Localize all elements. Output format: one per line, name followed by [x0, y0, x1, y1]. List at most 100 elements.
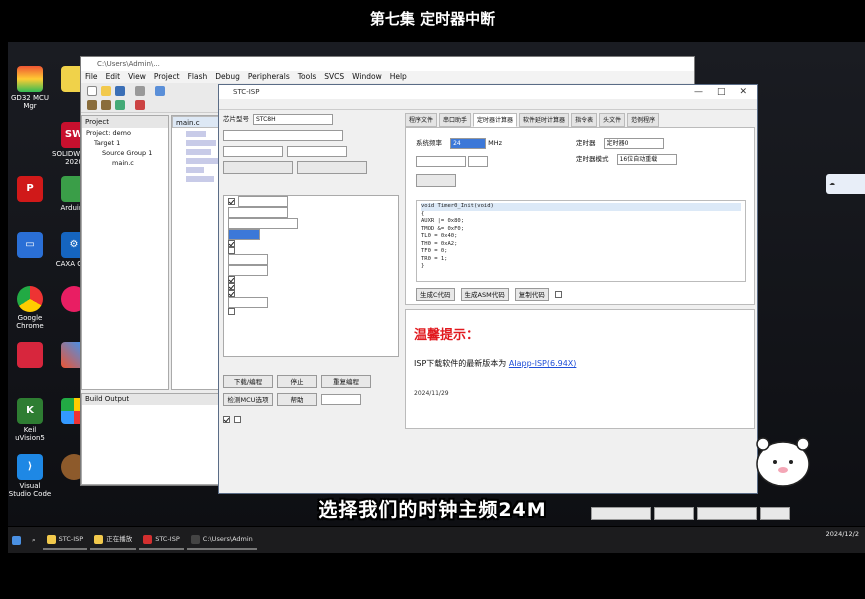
code-option-checkbox[interactable] [554, 291, 562, 298]
version-link[interactable]: AIapp-ISP(6.94X) [509, 359, 577, 368]
maximize-button[interactable]: □ [717, 85, 726, 99]
bottom-checkbox[interactable] [223, 416, 230, 423]
timing-input[interactable] [416, 156, 466, 167]
code-line [186, 176, 214, 182]
port-select[interactable] [223, 130, 343, 141]
tree-item-target[interactable]: Target 1 [82, 138, 168, 148]
open-icon[interactable] [101, 86, 111, 96]
red-p-icon: P [17, 176, 43, 202]
desktop-icon-chrome[interactable]: Google Chrome [8, 286, 52, 330]
hint-date: 2024/11/29 [414, 390, 449, 397]
desktop-icon-gd32[interactable]: GD32 MCU Mgr [8, 66, 52, 110]
side-app-widget[interactable]: ☁ [826, 174, 865, 194]
tab-program-file[interactable]: 程序文件 [405, 113, 438, 127]
keil-menu-edit[interactable]: Edit [106, 71, 121, 83]
options-icon[interactable] [135, 100, 145, 110]
option-checkbox[interactable] [228, 240, 235, 247]
tab-serial-assistant[interactable]: 串口助手 [439, 113, 472, 127]
option-select[interactable] [228, 218, 298, 229]
tab-instruction-table[interactable]: 指令表 [571, 113, 598, 127]
sysfreq-input[interactable]: 24 [450, 138, 487, 149]
bottom-checkbox[interactable] [234, 416, 241, 423]
baud-max-select[interactable] [287, 146, 347, 157]
option-checkbox[interactable] [228, 283, 235, 290]
calc-button[interactable] [416, 174, 456, 187]
tab-delay-calculator[interactable]: 软件延时计算器 [519, 113, 570, 127]
keil-menu-file[interactable]: File [85, 71, 98, 83]
keil-menu-view[interactable]: View [128, 71, 146, 83]
desktop-icon-monitor[interactable]: ▭ [8, 232, 52, 260]
cut-icon[interactable] [135, 86, 145, 96]
tab-timer-calculator[interactable]: 定时器计算器 [473, 113, 518, 127]
irc-frequency-input[interactable] [228, 229, 260, 240]
rebuild-icon[interactable] [101, 100, 111, 110]
code-line-0: void Timer0_Init(void) [421, 203, 741, 211]
option-row [224, 276, 398, 283]
option-select[interactable] [238, 196, 288, 207]
undo-icon[interactable] [155, 86, 165, 96]
download-button[interactable]: 下载/编程 [223, 375, 273, 388]
keil-menu-svcs[interactable]: SVCS [324, 71, 344, 83]
new-file-icon[interactable] [87, 86, 97, 96]
keil-menu-debug[interactable]: Debug [215, 71, 240, 83]
timing-unit-select[interactable] [468, 156, 489, 167]
option-select[interactable] [228, 207, 288, 218]
option-checkbox[interactable] [228, 247, 235, 254]
stop-button[interactable]: 停止 [277, 375, 317, 388]
project-pane-header: Project [82, 116, 168, 128]
desktop-icon-app-red[interactable]: P [8, 176, 52, 204]
copy-code-button[interactable]: 复制代码 [514, 288, 549, 301]
baud-select[interactable] [223, 146, 283, 157]
option-select[interactable] [228, 297, 268, 308]
option-checkbox[interactable] [228, 276, 235, 283]
keil-menu-project[interactable]: Project [154, 71, 180, 83]
option-checkbox[interactable] [228, 308, 235, 315]
chip-select[interactable]: STC8H [253, 114, 333, 125]
code-line [186, 140, 216, 146]
keil-menu-peripherals[interactable]: Peripherals [248, 71, 290, 83]
download-icon[interactable] [115, 100, 125, 110]
open-eeprom-file-button[interactable] [297, 161, 367, 174]
tab-header-file[interactable]: 头文件 [599, 113, 626, 127]
help-button[interactable]: 帮助 [277, 393, 317, 406]
stc-isp-window: STC-ISP — □ ✕ 芯片型号 STC8H 下载/编程 停止 重复编程 检… [218, 84, 790, 520]
check-mcu-button[interactable]: 检测MCU选项 [223, 393, 273, 406]
keil-menu-flash[interactable]: Flash [188, 71, 208, 83]
taskbar-app[interactable]: 正在播放 [90, 530, 137, 550]
minimize-button[interactable]: — [694, 85, 703, 99]
close-button[interactable]: ✕ [739, 85, 747, 99]
generate-asm-code-button[interactable]: 生成ASM代码 [460, 288, 509, 301]
repeat-program-button[interactable]: 重复编程 [321, 375, 371, 388]
option-checkbox[interactable] [228, 290, 235, 297]
taskbar-app[interactable]: C:\Users\Admin [186, 530, 257, 550]
retry-select[interactable] [321, 394, 361, 405]
desktop-icon-app2[interactable] [8, 342, 52, 370]
desktop-icon-keil[interactable]: K Keil uVision5 [8, 398, 52, 442]
save-icon[interactable] [115, 86, 125, 96]
tree-item-project[interactable]: Project: demo [82, 128, 168, 138]
option-select[interactable] [228, 254, 268, 265]
build-icon[interactable] [87, 100, 97, 110]
taskbar-app[interactable]: STC-ISP [139, 530, 184, 550]
tree-item-source-group[interactable]: Source Group 1 [82, 148, 168, 158]
option-row [224, 207, 398, 218]
keil-menu-tools[interactable]: Tools [298, 71, 316, 83]
keil-menu-help[interactable]: Help [390, 71, 407, 83]
chrome-icon [17, 286, 43, 312]
open-program-file-button[interactable] [223, 161, 293, 174]
hint-panel: 温馨提示： ISP下载软件的最新版本为 AIapp-ISP(6.94X) 202… [405, 309, 755, 429]
build-output-pane: Build Output [81, 393, 226, 485]
taskbar-app[interactable]: STC-ISP [42, 530, 88, 550]
option-checkbox[interactable] [228, 198, 235, 205]
start-button[interactable] [8, 530, 25, 550]
tree-item-main-c[interactable]: main.c [82, 158, 168, 168]
timer-select[interactable]: 定时器0 [603, 138, 664, 149]
search-button[interactable]: ⌕ [28, 530, 40, 550]
generated-code[interactable]: void Timer0_Init(void) { AUXR |= 0x80; T… [416, 200, 746, 282]
option-select[interactable] [228, 265, 268, 276]
tab-examples[interactable]: 范例程序 [627, 113, 660, 127]
desktop-icon-vscode[interactable]: ⟩ Visual Studio Code [8, 454, 52, 498]
generate-c-code-button[interactable]: 生成C代码 [416, 288, 455, 301]
mode-select[interactable]: 16位自动重载 [616, 154, 677, 165]
keil-menu-window[interactable]: Window [352, 71, 382, 83]
